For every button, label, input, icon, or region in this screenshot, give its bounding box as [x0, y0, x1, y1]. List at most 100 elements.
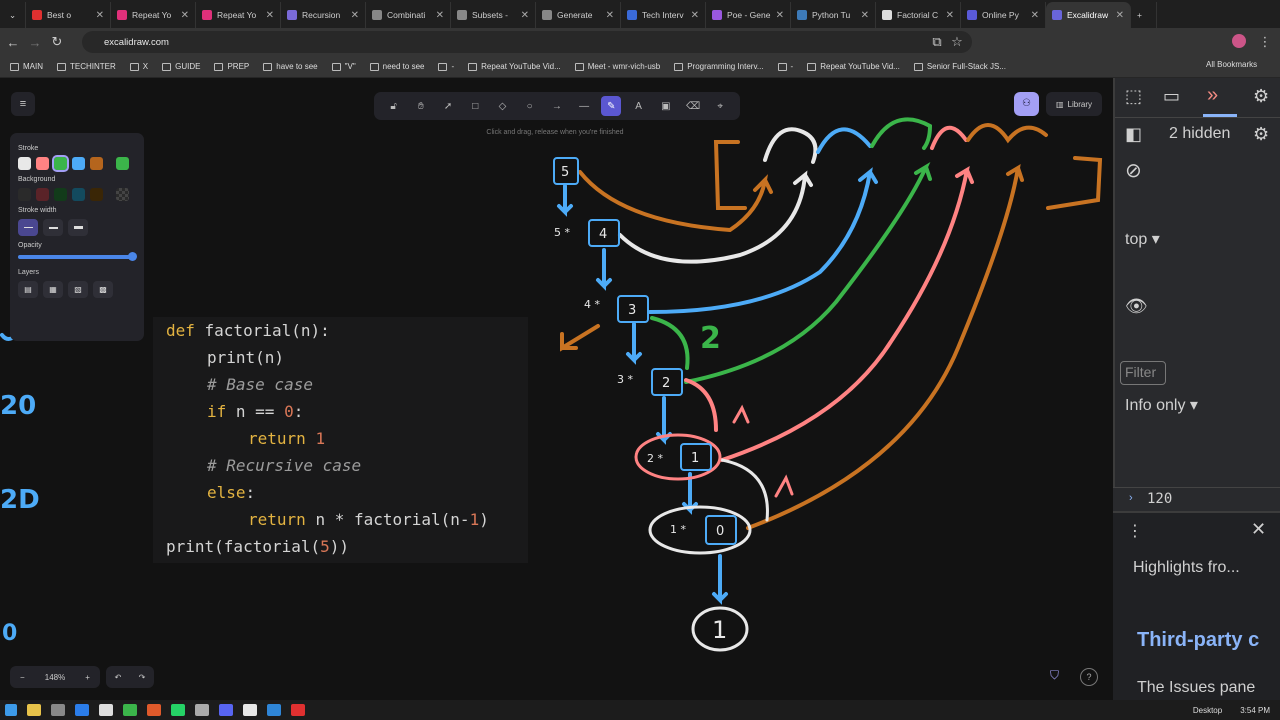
back-icon[interactable]: ←	[2, 35, 24, 50]
bookmark-item[interactable]: need to see	[369, 62, 424, 71]
browser-tab[interactable]: Poe - Gene ✕	[706, 2, 791, 28]
hand-icon[interactable]: ✋︎	[411, 96, 431, 116]
bookmark-item[interactable]: MAIN	[10, 62, 43, 71]
rectangle-icon[interactable]: □	[465, 96, 485, 116]
bookmark-item[interactable]: -	[438, 62, 454, 71]
browser-tab[interactable]: Factorial C ✕	[876, 2, 961, 28]
stroke-extra-bold-button[interactable]	[68, 219, 88, 236]
desktop-label[interactable]: Desktop	[1193, 706, 1222, 715]
star-icon[interactable]: ☆	[946, 34, 968, 50]
color-swatch[interactable]	[52, 155, 69, 172]
tab-search-button[interactable]: ⌄	[0, 2, 26, 28]
chrome-icon[interactable]	[243, 704, 257, 716]
browser-tab[interactable]: Repeat Yo ✕	[196, 2, 281, 28]
extra-tools-icon[interactable]: ⌖	[710, 96, 730, 116]
bookmark-item[interactable]: Repeat YouTube Vid...	[807, 62, 900, 71]
notes-icon[interactable]	[99, 704, 113, 716]
text-icon[interactable]: A	[629, 96, 649, 116]
expand-icon[interactable]: ›	[1129, 492, 1133, 504]
bookmark-item[interactable]: X	[129, 62, 148, 71]
color-swatch[interactable]	[90, 157, 103, 170]
bookmark-item[interactable]: GUIDE	[162, 62, 200, 71]
browser-tab[interactable]: Combinati ✕	[366, 2, 451, 28]
bookmark-item[interactable]: have to see	[263, 62, 318, 71]
browser-tab[interactable]: Python Tu ✕	[791, 2, 876, 28]
install-icon[interactable]: ⧉	[926, 34, 948, 50]
current-color-swatch[interactable]	[116, 157, 129, 170]
color-swatch[interactable]	[72, 188, 85, 201]
browser-tab[interactable]: Online Py ✕	[961, 2, 1046, 28]
redo-icon[interactable]: ↷	[139, 673, 146, 682]
terminal-icon[interactable]	[123, 704, 137, 716]
drawer-menu-icon[interactable]: ⋮	[1127, 521, 1143, 541]
settings-app-icon[interactable]	[51, 704, 65, 716]
eraser-icon[interactable]: ⌫	[683, 96, 703, 116]
search-app-icon[interactable]	[147, 704, 161, 716]
color-swatch[interactable]	[36, 188, 49, 201]
zoom-level[interactable]: 148%	[45, 673, 65, 682]
sidebar-icon[interactable]: ◧	[1125, 124, 1142, 145]
drawer-close-icon[interactable]: ✕	[1251, 519, 1266, 540]
context-select[interactable]: top ▾	[1125, 229, 1160, 249]
lock-icon[interactable]: 🔓︎	[384, 96, 404, 116]
tab-close-icon[interactable]: ✕	[606, 10, 614, 21]
url-field[interactable]: excalidraw.com	[82, 31, 972, 53]
new-tab-button[interactable]: +	[1131, 2, 1157, 28]
ellipse-icon[interactable]: ○	[520, 96, 540, 116]
whatsapp-icon[interactable]	[171, 704, 185, 716]
bookmark-item[interactable]: Meet - wmr-vich-usb	[574, 62, 660, 71]
all-bookmarks[interactable]: All Bookmarks	[1206, 60, 1257, 69]
image-icon[interactable]: ▣	[656, 96, 676, 116]
app-icon[interactable]	[75, 704, 89, 716]
console-tab-icon[interactable]: »	[1207, 84, 1218, 107]
bring-forward-icon[interactable]: ▧	[68, 281, 88, 298]
color-swatch[interactable]	[72, 157, 85, 170]
line-icon[interactable]: —	[574, 96, 594, 116]
shield-icon[interactable]: ⛉	[1050, 668, 1066, 684]
tab-close-icon[interactable]: ✕	[946, 10, 954, 21]
diamond-icon[interactable]: ◇	[492, 96, 512, 116]
browser-tab[interactable]: Best o ✕	[26, 2, 111, 28]
main-menu-button[interactable]: ≡	[11, 92, 35, 116]
send-to-back-icon[interactable]: ▤	[18, 281, 38, 298]
select-icon[interactable]: ➚	[438, 96, 458, 116]
vscode-icon[interactable]	[267, 704, 281, 716]
profile-avatar[interactable]	[1232, 34, 1246, 48]
zoom-out-button[interactable]: −	[20, 673, 25, 682]
collaborate-button[interactable]: ⚇	[1014, 92, 1039, 116]
level-select[interactable]: Info only ▾	[1125, 395, 1198, 415]
github-icon[interactable]	[195, 704, 209, 716]
tab-close-icon[interactable]: ✕	[181, 10, 189, 21]
zoom-in-button[interactable]: +	[85, 673, 90, 682]
help-icon[interactable]: ?	[1080, 668, 1098, 686]
clear-icon[interactable]: ⊘	[1125, 158, 1142, 183]
undo-icon[interactable]: ↶	[115, 673, 122, 682]
browser-tab[interactable]: Generate ✕	[536, 2, 621, 28]
bookmark-item[interactable]: Senior Full-Stack JS...	[913, 62, 1006, 71]
current-color-swatch[interactable]	[116, 188, 129, 201]
bookmark-item[interactable]: -	[777, 62, 793, 71]
explorer-icon[interactable]	[27, 704, 41, 716]
settings-icon[interactable]: ⚙	[1253, 86, 1269, 107]
color-swatch[interactable]	[54, 188, 67, 201]
pencil-icon[interactable]: ✎	[601, 96, 622, 116]
browser-tab[interactable]: Recursion ✕	[281, 2, 366, 28]
stroke-thin-button[interactable]	[18, 219, 38, 236]
browser-tab[interactable]: Excalidraw ✕	[1046, 2, 1131, 28]
bookmark-item[interactable]: Repeat YouTube Vid...	[468, 62, 561, 71]
browser-tab[interactable]: Repeat Yo ✕	[111, 2, 196, 28]
tab-close-icon[interactable]: ✕	[96, 10, 104, 21]
send-backward-icon[interactable]: ▦	[43, 281, 63, 298]
console-settings-icon[interactable]: ⚙	[1253, 124, 1269, 145]
discord-icon[interactable]	[219, 704, 233, 716]
start-icon[interactable]	[5, 704, 17, 716]
bookmark-item[interactable]: Programming Interv...	[674, 62, 764, 71]
tab-close-icon[interactable]: ✕	[861, 10, 869, 21]
stroke-bold-button[interactable]	[43, 219, 63, 236]
filter-input[interactable]: Filter	[1120, 361, 1166, 385]
opacity-slider[interactable]	[18, 252, 137, 261]
device-icon[interactable]: ▭	[1163, 86, 1180, 107]
tab-close-icon[interactable]: ✕	[266, 10, 274, 21]
tab-close-icon[interactable]: ✕	[691, 10, 699, 21]
tab-close-icon[interactable]: ✕	[351, 10, 359, 21]
